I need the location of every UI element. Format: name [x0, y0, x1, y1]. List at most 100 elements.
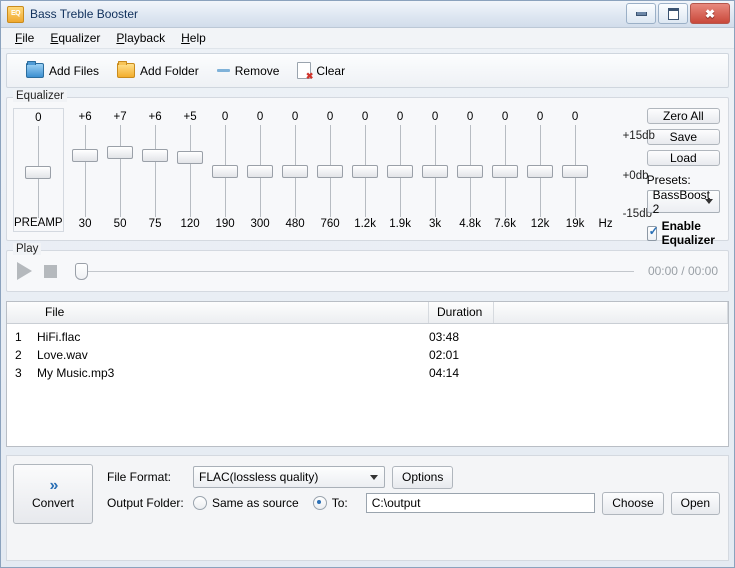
band-slider-thumb[interactable] — [387, 164, 414, 178]
band-12k: 0 12k — [523, 108, 558, 232]
band-slider-thumb[interactable] — [422, 164, 449, 178]
band-slider[interactable] — [173, 125, 208, 217]
band-value: +6 — [78, 111, 92, 123]
output-path-input[interactable]: C:\output — [365, 493, 596, 513]
same-as-source-radio[interactable] — [193, 496, 207, 510]
file-list-header: File Duration — [7, 302, 728, 324]
zero-all-button[interactable]: Zero All — [646, 108, 720, 124]
column-header-index[interactable] — [7, 302, 37, 323]
band-slider[interactable] — [68, 125, 103, 217]
band-slider-thumb[interactable] — [492, 164, 519, 178]
band-frequency-label: 480 — [285, 218, 305, 230]
window-controls: ✖ — [626, 3, 730, 24]
convert-button-label: Convert — [31, 495, 75, 510]
presets-select[interactable]: BassBoost 2 — [646, 188, 720, 216]
band-slider-thumb[interactable] — [212, 164, 239, 178]
menu-item-file[interactable]: File — [7, 29, 42, 47]
seek-slider[interactable] — [75, 263, 634, 280]
band-value: 0 — [221, 111, 229, 123]
open-button[interactable]: Open — [670, 491, 720, 515]
menu-item-playback[interactable]: Playback — [108, 29, 173, 47]
minus-icon — [216, 69, 230, 72]
band-slider[interactable] — [418, 125, 453, 217]
table-row[interactable]: 1 HiFi.flac 03:48 — [7, 328, 728, 346]
same-as-source-radio-row[interactable]: Same as source — [193, 496, 299, 510]
preamp-slider-thumb[interactable] — [25, 165, 52, 179]
folder-blue-icon — [26, 61, 44, 78]
minimize-button[interactable] — [626, 3, 656, 24]
band-190: 0 190 — [208, 108, 243, 232]
maximize-icon — [667, 7, 679, 20]
band-slider[interactable] — [278, 125, 313, 217]
band-4.8k: 0 4.8k — [453, 108, 488, 232]
band-slider[interactable] — [453, 125, 488, 217]
band-frequency-label: 75 — [148, 218, 162, 230]
close-button[interactable]: ✖ — [690, 3, 730, 24]
band-slider[interactable] — [243, 125, 278, 217]
same-as-source-label: Same as source — [212, 496, 299, 510]
file-format-select[interactable]: FLAC(lossless quality) — [193, 466, 385, 488]
band-slider-thumb[interactable] — [177, 151, 204, 165]
maximize-button[interactable] — [658, 3, 688, 24]
band-slider-thumb[interactable] — [562, 164, 589, 178]
column-header-duration[interactable]: Duration — [429, 302, 494, 323]
band-slider-thumb[interactable] — [72, 148, 99, 162]
column-header-extra[interactable] — [494, 302, 728, 323]
menu-item-help[interactable]: Help — [173, 29, 214, 47]
band-slider-thumb[interactable] — [457, 164, 484, 178]
enable-equalizer-row[interactable]: Enable Equalizer — [646, 219, 720, 247]
band-frequency-label: 4.8k — [459, 218, 481, 230]
band-slider[interactable] — [103, 125, 138, 217]
band-slider[interactable] — [348, 125, 383, 217]
band-slider-thumb[interactable] — [282, 164, 309, 178]
band-slider-thumb[interactable] — [142, 148, 169, 162]
options-button[interactable]: Options — [392, 465, 454, 489]
stop-icon[interactable] — [44, 264, 57, 278]
preamp-slider[interactable] — [21, 126, 56, 218]
band-slider-thumb[interactable] — [247, 164, 274, 178]
play-icon[interactable] — [17, 262, 32, 280]
band-slider[interactable] — [488, 125, 523, 217]
band-7.6k: 0 7.6k — [488, 108, 523, 232]
menu-file-rest: ile — [22, 31, 35, 45]
add-files-button[interactable]: Add Files — [19, 60, 106, 81]
table-row[interactable]: 3 My Music.mp3 04:14 — [7, 364, 728, 382]
to-label: To: — [331, 496, 348, 510]
seek-slider-thumb[interactable] — [75, 263, 88, 280]
band-1.9k: 0 1.9k — [383, 108, 418, 232]
band-slider-thumb[interactable] — [107, 146, 134, 160]
band-value: +7 — [113, 111, 127, 123]
band-480: 0 480 — [278, 108, 313, 232]
folder-yellow-icon — [117, 61, 136, 78]
convert-button[interactable]: » Convert — [13, 464, 93, 524]
band-slider[interactable] — [138, 125, 173, 217]
window-title: Bass Treble Booster — [30, 7, 139, 21]
remove-button[interactable]: Remove — [210, 61, 287, 81]
save-button[interactable]: Save — [646, 129, 720, 145]
band-slider[interactable] — [558, 125, 593, 217]
chevron-down-icon — [705, 199, 713, 204]
choose-button[interactable]: Choose — [602, 491, 664, 515]
menu-help-rest: elp — [189, 31, 206, 45]
table-row[interactable]: 2 Love.wav 02:01 — [7, 346, 728, 364]
add-folder-button[interactable]: Add Folder — [110, 60, 206, 81]
menu-item-equalizer[interactable]: Equalizer — [42, 29, 108, 47]
band-sliders: +6 30 +7 50 +6 75 +5 120 0 190 0 300 0 480 0 760 0 1.2k 0 1… — [68, 108, 619, 232]
band-slider[interactable] — [313, 125, 348, 217]
to-radio[interactable] — [312, 496, 327, 510]
band-1.2k: 0 1.2k — [348, 108, 383, 232]
enable-equalizer-checkbox[interactable] — [646, 224, 659, 241]
band-slider[interactable] — [208, 125, 243, 217]
load-button[interactable]: Load — [646, 150, 720, 166]
band-slider[interactable] — [383, 125, 418, 217]
band-120: +5 120 — [173, 108, 208, 232]
band-slider[interactable] — [523, 125, 558, 217]
column-header-file[interactable]: File — [37, 302, 429, 323]
add-files-label: Add Files — [49, 63, 100, 78]
play-group-title: Play — [13, 243, 42, 255]
band-slider-thumb[interactable] — [317, 164, 344, 178]
band-slider-thumb[interactable] — [352, 164, 379, 178]
to-radio-row[interactable]: To: — [312, 496, 348, 510]
band-slider-thumb[interactable] — [527, 164, 554, 178]
clear-button[interactable]: Clear — [290, 59, 352, 82]
